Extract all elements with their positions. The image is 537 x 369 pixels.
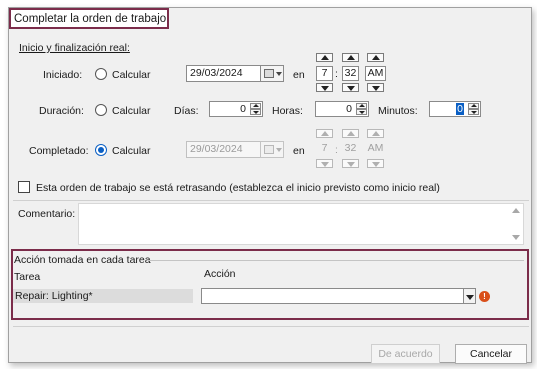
completed-ampm-down-button — [367, 159, 384, 168]
footer-divider — [13, 326, 529, 327]
hours-input[interactable]: 0 — [315, 101, 369, 117]
started-ampm-down-button[interactable] — [367, 83, 384, 92]
actual-start-end-heading: Inicio y finalización real: — [19, 42, 130, 54]
minutes-label: Minutos: — [378, 105, 418, 117]
task-actions-group-title: Acción tomada en cada tarea — [14, 254, 151, 266]
minutes-stepper[interactable] — [468, 103, 479, 115]
dialog-title-bar: Completar la orden de trabajo — [9, 8, 169, 29]
scroll-down-icon — [512, 235, 520, 240]
completed-calculate-label: Calcular — [112, 145, 151, 157]
completed-hour-field: 7 — [321, 142, 328, 154]
chevron-down-icon — [276, 72, 282, 76]
section-divider — [13, 200, 529, 201]
duration-calculate-radio[interactable] — [95, 104, 107, 116]
task-actions-group: Acción tomada en cada tarea Tarea Acción… — [11, 249, 529, 320]
started-hour-down-button[interactable] — [316, 83, 333, 92]
started-label: Iniciado: — [43, 69, 83, 81]
completed-time-colon: : — [335, 144, 338, 156]
scroll-up-icon — [512, 208, 520, 213]
started-calculate-label: Calcular — [112, 69, 151, 81]
error-icon: ! — [479, 291, 490, 302]
completed-minute-down-button — [342, 159, 359, 168]
days-value: 0 — [240, 103, 246, 115]
ok-button[interactable]: De acuerdo — [371, 344, 440, 364]
task-column-header: Tarea — [14, 271, 41, 283]
chevron-down-icon — [276, 148, 282, 152]
completed-ampm-field: AM — [367, 142, 384, 154]
delayed-order-label: Esta orden de trabajo se está retrasando… — [36, 182, 440, 194]
completed-en-label: en — [293, 145, 305, 157]
cancel-button[interactable]: Cancelar — [455, 344, 527, 364]
action-column-header: Acción — [204, 268, 236, 280]
hours-label: Horas: — [272, 105, 303, 117]
group-title-line — [148, 260, 524, 261]
started-date-field[interactable]: 29/03/2024 — [186, 65, 261, 82]
days-stepper[interactable] — [250, 103, 261, 115]
minutes-input[interactable]: 0 — [429, 101, 481, 117]
task-action-dropdown-button[interactable] — [463, 288, 476, 304]
task-action-input[interactable] — [201, 288, 464, 304]
completed-calculate-radio[interactable] — [95, 144, 107, 156]
completed-minute-up-button — [342, 129, 359, 138]
completed-date-field: 29/03/2024 — [186, 141, 261, 158]
started-hour-field[interactable]: 7 — [316, 66, 333, 81]
comment-scrollbar[interactable] — [509, 204, 523, 244]
started-minute-field[interactable]: 32 — [342, 66, 359, 81]
started-minute-up-button[interactable] — [342, 53, 359, 62]
calendar-icon — [264, 145, 274, 154]
started-en-label: en — [293, 69, 305, 81]
started-calculate-radio[interactable] — [95, 68, 107, 80]
days-label: Días: — [174, 105, 199, 117]
comment-textarea[interactable] — [78, 203, 524, 245]
duration-calculate-label: Calcular — [112, 105, 151, 117]
delayed-order-checkbox[interactable] — [18, 181, 30, 193]
days-input[interactable]: 0 — [209, 101, 263, 117]
started-ampm-up-button[interactable] — [367, 53, 384, 62]
started-time-colon: : — [335, 68, 338, 80]
hours-stepper[interactable] — [356, 103, 367, 115]
duration-label: Duración: — [39, 105, 84, 117]
completed-minute-field: 32 — [344, 142, 357, 154]
dialog-title: Completar la orden de trabajo — [14, 13, 167, 25]
started-ampm-field[interactable]: AM — [365, 66, 386, 81]
calendar-icon — [264, 69, 274, 78]
started-hour-up-button[interactable] — [316, 53, 333, 62]
started-date-picker-button[interactable] — [260, 65, 284, 82]
task-name-field: Repair: Lighting* — [13, 289, 193, 303]
completed-date-picker-button — [260, 141, 284, 158]
completed-label: Completado: — [29, 145, 89, 157]
complete-work-order-dialog: Completar la orden de trabajo Inicio y f… — [8, 7, 532, 364]
comment-label: Comentario: — [18, 208, 76, 220]
completed-hour-down-button — [316, 159, 333, 168]
hours-value: 0 — [346, 103, 352, 115]
completed-ampm-up-button — [367, 129, 384, 138]
completed-hour-up-button — [316, 129, 333, 138]
minutes-value: 0 — [456, 103, 464, 115]
started-minute-down-button[interactable] — [342, 83, 359, 92]
